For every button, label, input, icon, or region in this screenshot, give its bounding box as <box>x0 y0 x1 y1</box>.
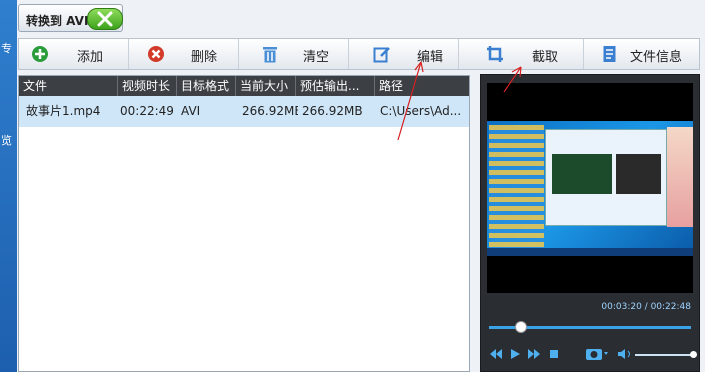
crop-button[interactable]: 截取 <box>459 39 584 69</box>
toolbar: 添加 删除 清空 编辑 截取 文件信息 <box>18 38 700 70</box>
play-icon[interactable] <box>509 348 521 362</box>
add-label: 添加 <box>77 50 104 65</box>
clear-label: 清空 <box>303 50 330 65</box>
file-info-button[interactable]: 文件信息 <box>584 39 699 69</box>
file-list-table: 文件 视频时长 目标格式 当前大小 预估输出... 路径 故事片1.mp4 00… <box>18 75 470 372</box>
volume-icon[interactable] <box>617 348 633 362</box>
cell-size: 266.92MB <box>242 104 298 118</box>
cell-path: C:\Users\Ad... <box>380 104 462 118</box>
strip-char: 专 <box>1 42 12 55</box>
left-window-strip: 专 览 <box>0 0 17 372</box>
tools-icon <box>87 8 123 30</box>
clear-button[interactable]: 清空 <box>239 39 349 69</box>
preview-frame <box>487 121 693 256</box>
seek-handle[interactable] <box>515 321 527 333</box>
edit-label: 编辑 <box>417 50 444 65</box>
column-header-size[interactable]: 当前大小 <box>236 76 296 96</box>
edit-button[interactable]: 编辑 <box>349 39 459 69</box>
column-header-file[interactable]: 文件 <box>19 76 118 96</box>
column-header-format[interactable]: 目标格式 <box>177 76 236 96</box>
cell-duration: 00:22:49 <box>120 104 174 118</box>
add-button[interactable]: 添加 <box>19 39 129 69</box>
volume-slider[interactable] <box>635 354 693 356</box>
crop-icon <box>486 45 504 63</box>
column-header-path[interactable]: 路径 <box>375 76 469 96</box>
stop-icon[interactable] <box>548 348 560 362</box>
delete-button[interactable]: 删除 <box>129 39 239 69</box>
video-preview <box>487 83 693 293</box>
file-info-icon <box>601 45 619 63</box>
preview-panel: 00:03:20 / 00:22:48 <box>480 74 700 372</box>
fast-forward-icon[interactable] <box>527 348 541 362</box>
trash-icon <box>261 45 279 63</box>
delete-label: 删除 <box>191 50 218 65</box>
delete-icon <box>147 45 165 63</box>
cell-format: AVI <box>181 104 201 118</box>
convert-to-avi-button[interactable]: 转换到 AVI <box>18 4 123 32</box>
cell-estimated: 266.92MB <box>302 104 363 118</box>
volume-handle[interactable] <box>690 351 697 358</box>
column-header-duration[interactable]: 视频时长 <box>118 76 177 96</box>
strip-char: 览 <box>1 134 12 147</box>
add-icon <box>31 45 49 63</box>
camera-icon[interactable] <box>585 346 609 362</box>
time-readout: 00:03:20 / 00:22:48 <box>601 302 691 312</box>
file-info-label: 文件信息 <box>630 50 683 65</box>
edit-icon <box>373 45 391 63</box>
convert-label: 转换到 AVI <box>26 14 89 28</box>
rewind-icon[interactable] <box>489 348 503 362</box>
cell-file: 故事片1.mp4 <box>26 104 101 118</box>
table-row[interactable]: 故事片1.mp4 00:22:49 AVI 266.92MB 266.92MB … <box>19 96 469 127</box>
crop-label: 截取 <box>532 50 559 65</box>
table-header: 文件 视频时长 目标格式 当前大小 预估输出... 路径 <box>19 76 469 96</box>
column-header-estimated[interactable]: 预估输出... <box>296 76 375 96</box>
